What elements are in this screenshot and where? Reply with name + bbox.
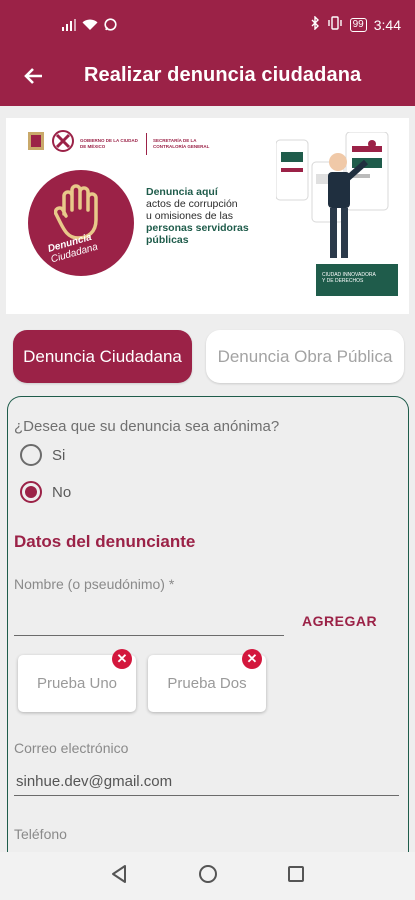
status-left-icons — [62, 18, 117, 36]
section-title: Datos del denunciante — [14, 532, 196, 551]
name-field-label: Nombre (o pseudónimo) * — [14, 576, 175, 592]
square-recents-icon — [287, 865, 305, 888]
tagline-box: CIUDAD INNOVADORA Y DE DERECHOS — [316, 264, 398, 296]
email-field-label: Correo electrónico — [14, 740, 129, 756]
name-field-underline — [14, 635, 284, 636]
clock: 3:44 — [373, 16, 401, 33]
illustration — [275, 131, 396, 267]
nav-back-button[interactable] — [108, 864, 130, 889]
page-title: Realizar denuncia ciudadana — [84, 64, 362, 86]
wifi-icon — [82, 18, 98, 36]
triangle-back-icon — [110, 864, 128, 889]
anonymous-question: ¿Desea que su denuncia sea anónima? — [14, 418, 280, 435]
battery-indicator: 99 — [349, 17, 367, 32]
phone-field-label: Teléfono — [14, 826, 67, 842]
add-button[interactable]: AGREGAR — [302, 613, 377, 629]
headline-line-3: u omisiones de las — [146, 210, 233, 222]
system-nav-bar — [0, 852, 415, 900]
radio-option-si[interactable]: Si — [20, 444, 65, 466]
email-field-underline — [14, 795, 399, 796]
radio-button-si[interactable] — [20, 444, 42, 466]
gov-separator — [146, 132, 147, 155]
campaign-banner: GOBIERNO DE LA CIUDAD DE MÉXICO SECRETAR… — [6, 118, 409, 314]
nav-recents-button[interactable] — [285, 865, 307, 887]
back-button[interactable] — [18, 63, 48, 93]
app-bar: Realizar denuncia ciudadana — [0, 52, 415, 106]
tab-denuncia-ciudadana[interactable]: Denuncia Ciudadana — [13, 330, 192, 383]
name-input[interactable] — [14, 600, 284, 636]
banner-headline: Denuncia aquí actos de corrupción u omis… — [146, 186, 276, 246]
status-right-icons: 99 3:44 — [311, 15, 401, 33]
tab-denuncia-obra-publica[interactable]: Denuncia Obra Pública — [206, 330, 404, 383]
tagline-2: Y DE DERECHOS — [322, 278, 364, 284]
name-chip: Prueba Dos ✕ — [148, 649, 266, 712]
cdmx-logo-icon — [52, 130, 74, 157]
arrow-left-icon — [23, 67, 43, 90]
headline-line-2: actos de corrupción — [146, 198, 238, 210]
signal-icon — [62, 18, 76, 36]
cdmx-shield-icon — [26, 130, 46, 157]
close-icon[interactable]: ✕ — [112, 649, 132, 669]
headline-bold-2: personas servidoras públicas — [146, 222, 249, 246]
radio-label-no: No — [52, 483, 72, 501]
bluetooth-icon — [311, 15, 320, 33]
radio-option-no[interactable]: No — [20, 481, 71, 503]
name-chip: Prueba Uno ✕ — [18, 649, 136, 712]
vibrate-icon — [327, 16, 343, 33]
nav-home-button[interactable] — [197, 864, 219, 889]
circle-home-icon — [198, 864, 218, 889]
chip-label: Prueba Dos — [167, 675, 247, 692]
email-field[interactable]: sinhue.dev@gmail.com — [16, 773, 172, 790]
government-logos: GOBIERNO DE LA CIUDAD DE MÉXICO SECRETAR… — [26, 130, 213, 157]
status-bar: 99 3:44 — [0, 0, 415, 52]
close-icon[interactable]: ✕ — [242, 649, 262, 669]
gov-text-cdmx: GOBIERNO DE LA CIUDAD DE MÉXICO — [80, 138, 138, 149]
radio-button-no[interactable] — [20, 481, 42, 503]
chip-label: Prueba Uno — [36, 675, 118, 692]
whatsapp-icon — [104, 18, 117, 36]
denuncia-ciudadana-logo: Denuncia Ciudadana — [28, 170, 134, 276]
gov-text-contraloria: SECRETARÍA DE LA CONTRALORÍA GENERAL — [153, 138, 210, 149]
radio-label-si: Si — [52, 446, 66, 464]
headline-bold: Denuncia aquí — [146, 186, 218, 198]
